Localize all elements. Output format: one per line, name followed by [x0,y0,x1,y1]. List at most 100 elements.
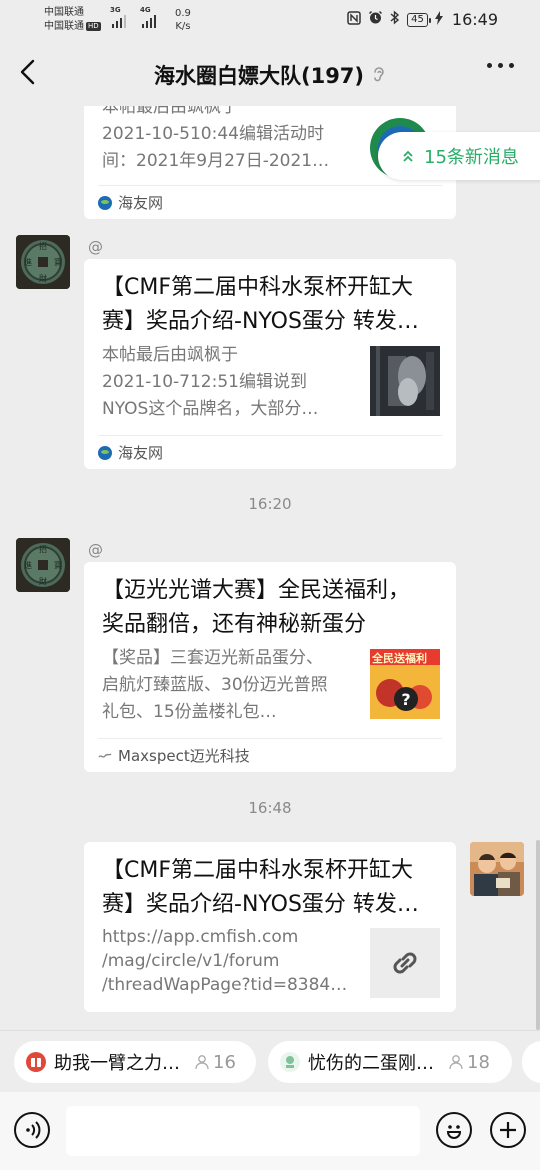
voice-icon [26,1121,41,1139]
topic-chip[interactable]: 忧伤的二蛋刚… 18 [268,1041,512,1083]
svg-text:寶: 寶 [54,560,62,570]
sender-mention: @ [88,238,103,256]
card-desc-line: 礼包、15份盖楼礼包… [102,702,277,722]
card-title: 【CMF第二届中科水泵杯开缸大 赛】奖品介绍-NYOS蛋分 转发… [102,854,438,922]
net-speed-value: 0.9 [175,8,191,19]
avatar[interactable]: 招 財 進 寶 [16,235,70,289]
card-desc-line: 【奖品】三套迈光新品蛋分、 [102,648,323,668]
signal-icon-1: 3G [110,6,126,28]
thumbnail-caption: 全民送福利 [372,652,427,665]
my-avatar[interactable] [470,842,524,896]
card-title-line: 奖品翻倍，还有神秘新蛋分 [102,612,367,637]
card-desc-line: 间：2021年9月27日-2021… [102,151,330,171]
card-source: 海友网 [98,185,442,219]
bluetooth-icon [390,10,400,29]
card-url-line: /mag/circle/v1/forum [102,951,280,971]
card-desc-line: 本帖最后由飒枫于 [102,106,238,117]
signal-2-type: 4G [140,6,151,14]
svg-text:寶: 寶 [54,257,62,267]
card-url-line: /threadWapPage?tid=8384… [102,975,348,995]
card-desc-line: 2021-10-510:44编辑活动时 [102,124,324,144]
more-functions-button[interactable] [490,1112,526,1148]
signal-1-type: 3G [110,6,121,14]
aquarium-photo-icon [370,346,440,416]
card-title-line: 【CMF第二届中科水泵杯开缸大 [102,275,413,300]
card-title-line: 赛】奖品介绍-NYOS蛋分 转发… [102,892,419,917]
source-name: Maxspect迈光科技 [118,747,250,765]
maxspect-logo-icon [98,752,112,758]
new-messages-button[interactable]: 15条新消息 [378,132,540,180]
avatar[interactable]: 招 財 進 寶 [16,538,70,592]
coin-avatar-icon: 招 財 進 寶 [16,538,70,592]
chat-scrollbar[interactable] [536,840,540,1030]
haiyou-logo-icon [98,195,112,210]
article-thumbnail: ? 全民送福利 [370,649,440,719]
dot-icon [498,63,503,68]
source-name: 海友网 [118,194,164,212]
photo-avatar-icon [470,842,524,896]
topic-chip[interactable]: 助我一臂之力… 16 [14,1041,256,1083]
card-title: 【迈光光谱大赛】全民送福利， 奖品翻倍，还有神秘新蛋分 [102,574,438,642]
card-title-line: 【迈光光谱大赛】全民送福利， [102,578,411,603]
topic-label: 助我一臂之力… [54,1053,180,1074]
shared-article-card[interactable]: 【迈光光谱大赛】全民送福利， 奖品翻倍，还有神秘新蛋分 【奖品】三套迈光新品蛋分… [84,562,456,772]
battery-icon: 45 [407,12,431,27]
more-options-button[interactable] [487,63,514,68]
coin-avatar-icon: 招 財 進 寶 [16,235,70,289]
chat-header: 海水圈白嫖大队(197) [0,40,540,106]
dot-icon [509,63,514,68]
message-input[interactable] [66,1106,420,1156]
topic-icon [26,1052,46,1072]
topic-participants: 16 [194,1052,236,1073]
svg-text:招: 招 [39,241,47,251]
timestamp: 16:48 [248,799,292,817]
hd-badge: HD [86,21,101,31]
card-source: 海友网 [98,435,442,469]
svg-text:?: ? [401,690,410,709]
group-name: 海水圈白嫖大队(197) [153,64,365,88]
person-icon [195,1055,209,1070]
topic-chip-partial[interactable] [522,1041,540,1083]
svg-text:進: 進 [24,561,32,570]
carrier-info: 中国联通 中国联通 HD [44,6,101,34]
shared-link-card[interactable]: 【CMF第二届中科水泵杯开缸大 赛】奖品介绍-NYOS蛋分 转发… https:… [84,842,456,1012]
svg-text:進: 進 [24,258,32,267]
carrier-2: 中国联通 [44,21,84,32]
voice-button[interactable] [14,1112,50,1148]
clock: 16:49 [451,10,498,29]
carrier-1: 中国联通 [44,7,84,18]
svg-text:財: 財 [39,576,47,586]
timestamp: 16:20 [248,495,292,513]
chat-area[interactable]: 本帖最后由飒枫于 2021-10-510:44编辑活动时 间：2021年9月27… [0,106,540,1030]
alarm-icon [368,10,383,29]
charging-icon [434,10,443,29]
signal-icon-2: 4G [140,6,156,28]
nfc-icon [347,10,361,29]
card-url-line: https://app.cmfish.com [102,927,299,947]
source-name: 海友网 [118,444,164,462]
card-title-line: 【CMF第二届中科水泵杯开缸大 [102,858,413,883]
ear-icon [372,65,386,85]
card-desc-line: 2021-10-712:51编辑说到 [102,372,307,392]
topic-participants: 18 [448,1052,490,1073]
topic-count: 18 [467,1051,490,1073]
net-speed-unit: K/s [175,21,191,32]
double-chevron-up-icon [403,150,413,162]
article-thumbnail [370,346,440,416]
status-bar: 中国联通 中国联通 HD 3G 4G 0.9 K/s 45 16:49 [0,0,540,40]
card-source: Maxspect迈光科技 [98,738,442,772]
status-right: 45 16:49 [347,10,498,29]
card-desc-line: 本帖最后由飒枫于 [102,345,238,365]
card-title: 【CMF第二届中科水泵杯开缸大 赛】奖品介绍-NYOS蛋分 转发… [102,271,438,339]
shared-article-card[interactable]: 【CMF第二届中科水泵杯开缸大 赛】奖品介绍-NYOS蛋分 转发… 本帖最后由飒… [84,259,456,469]
topic-count: 16 [213,1051,236,1073]
svg-text:招: 招 [39,544,47,554]
link-thumbnail [370,928,440,998]
topic-icon [280,1052,300,1072]
link-icon [393,952,417,974]
topic-label: 忧伤的二蛋刚… [308,1053,434,1074]
plus-icon [500,1122,516,1138]
haiyou-logo-icon [98,445,112,460]
card-title-line: 赛】奖品介绍-NYOS蛋分 转发… [102,309,419,334]
emoji-button[interactable] [436,1112,472,1148]
